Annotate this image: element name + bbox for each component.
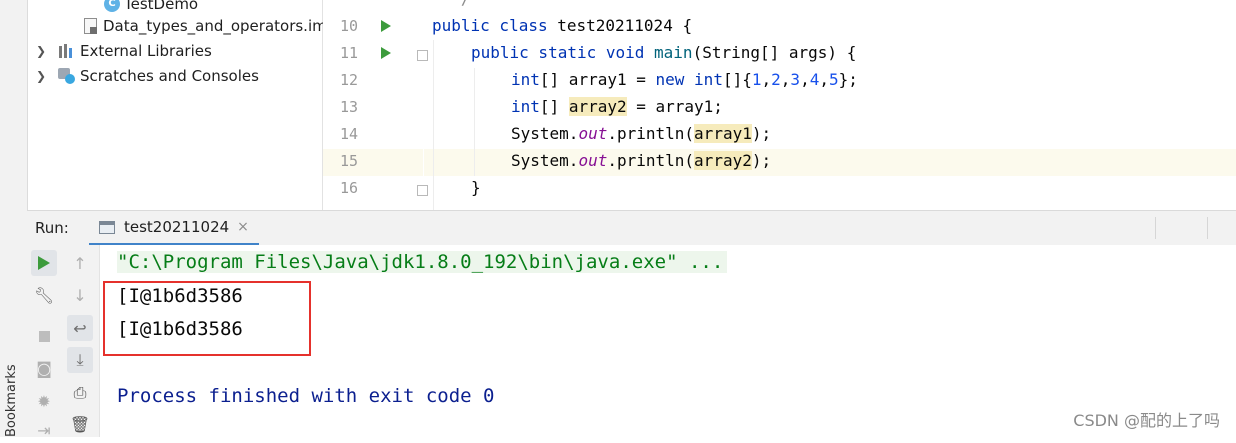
scratches-icon bbox=[58, 68, 76, 84]
class-icon: C bbox=[104, 0, 120, 12]
run-toolbar-secondary: ↑ ↓ ↩ ⤓ ⎙ 🗑︎ bbox=[62, 245, 100, 437]
code-line-13: int[] array2 = array1; bbox=[511, 97, 723, 116]
arrow-down-icon[interactable]: ↓ bbox=[67, 282, 93, 308]
stop-button[interactable] bbox=[31, 323, 57, 349]
line-number: 16 bbox=[339, 179, 358, 197]
soft-wrap-icon[interactable]: ↩ bbox=[67, 315, 93, 341]
restore-layout-icon[interactable]: ⇥ bbox=[31, 417, 57, 443]
line-number: 10 bbox=[339, 17, 358, 35]
run-toolwindow-header: Run: test20211024 × bbox=[27, 210, 1236, 246]
console-icon bbox=[99, 220, 115, 234]
print-icon[interactable]: ⎙ bbox=[67, 380, 93, 406]
chevron-right-icon[interactable]: ❯ bbox=[36, 45, 48, 57]
console-command-line: "C:\Program Files\Java\jdk1.8.0_192\bin\… bbox=[117, 251, 728, 273]
divider bbox=[1155, 217, 1156, 239]
tree-item-scratches[interactable]: ❯ Scratches and Consoles bbox=[28, 64, 259, 88]
run-main-gutter-icon[interactable] bbox=[381, 47, 391, 59]
code-comment-fragment: */ bbox=[432, 0, 470, 12]
wrench-icon[interactable]: 🔧︎ bbox=[31, 282, 57, 308]
line-number: 11 bbox=[339, 44, 358, 62]
iml-file-icon bbox=[84, 18, 97, 34]
scroll-to-end-icon[interactable]: ⤓ bbox=[67, 347, 93, 373]
line-number: 13 bbox=[339, 98, 358, 116]
indent-guide bbox=[474, 68, 475, 176]
indent-guide bbox=[433, 40, 434, 210]
camera-icon[interactable]: ◙ bbox=[31, 355, 57, 381]
code-line-10: public class test20211024 { bbox=[432, 16, 693, 35]
watermark: CSDN @配的上了吗 bbox=[1073, 411, 1220, 430]
divider bbox=[1207, 217, 1208, 239]
line-number: 14 bbox=[339, 125, 358, 143]
tree-item-iml-file[interactable]: Data_types_and_operators.iml bbox=[84, 14, 331, 38]
project-tree: C TestDemo Data_types_and_operators.iml … bbox=[28, 0, 331, 210]
libraries-icon bbox=[58, 43, 76, 59]
code-line-15: System.out.println(array2); bbox=[511, 151, 772, 170]
tab-label: test20211024 bbox=[124, 218, 230, 236]
console-exit-message: Process finished with exit code 0 bbox=[117, 385, 495, 407]
debug-bug-icon[interactable]: ✹ bbox=[31, 388, 57, 414]
tree-item-label: Data_types_and_operators.iml bbox=[103, 17, 331, 35]
close-icon[interactable]: × bbox=[237, 219, 249, 235]
arrow-up-icon[interactable]: ↑ bbox=[67, 250, 93, 276]
fold-marker-icon[interactable] bbox=[417, 185, 428, 196]
tree-item-label: External Libraries bbox=[80, 42, 212, 60]
stop-icon bbox=[38, 330, 50, 342]
run-label: Run: bbox=[35, 219, 69, 237]
tree-item-external-libraries[interactable]: ❯ External Libraries bbox=[28, 39, 212, 63]
code-line-14: System.out.println(array1); bbox=[511, 124, 772, 143]
line-number: 12 bbox=[339, 71, 358, 89]
code-line-11: public static void main(String[] args) { bbox=[471, 43, 857, 62]
rerun-button[interactable] bbox=[31, 250, 57, 276]
run-toolbar-primary: 🔧︎ ◙ ✹ ⇥ bbox=[27, 245, 62, 440]
tab-run-config[interactable]: test20211024 × bbox=[89, 211, 259, 246]
bookmarks-tab[interactable]: Bookmarks bbox=[4, 364, 19, 437]
trash-icon[interactable]: 🗑︎ bbox=[67, 411, 93, 437]
chevron-right-icon[interactable]: ❯ bbox=[36, 70, 48, 82]
code-line-12: int[] array1 = new int[]{1,2,3,4,5}; bbox=[511, 70, 858, 89]
play-icon bbox=[38, 256, 50, 270]
tree-item-label: TestDemo bbox=[124, 0, 199, 13]
annotation-red-box bbox=[103, 281, 311, 356]
line-number: 15 bbox=[339, 152, 358, 170]
fold-marker-icon[interactable] bbox=[417, 50, 428, 61]
run-class-gutter-icon[interactable] bbox=[381, 20, 391, 32]
code-line-16: } bbox=[471, 178, 481, 197]
tree-item-label: Scratches and Consoles bbox=[80, 67, 259, 85]
